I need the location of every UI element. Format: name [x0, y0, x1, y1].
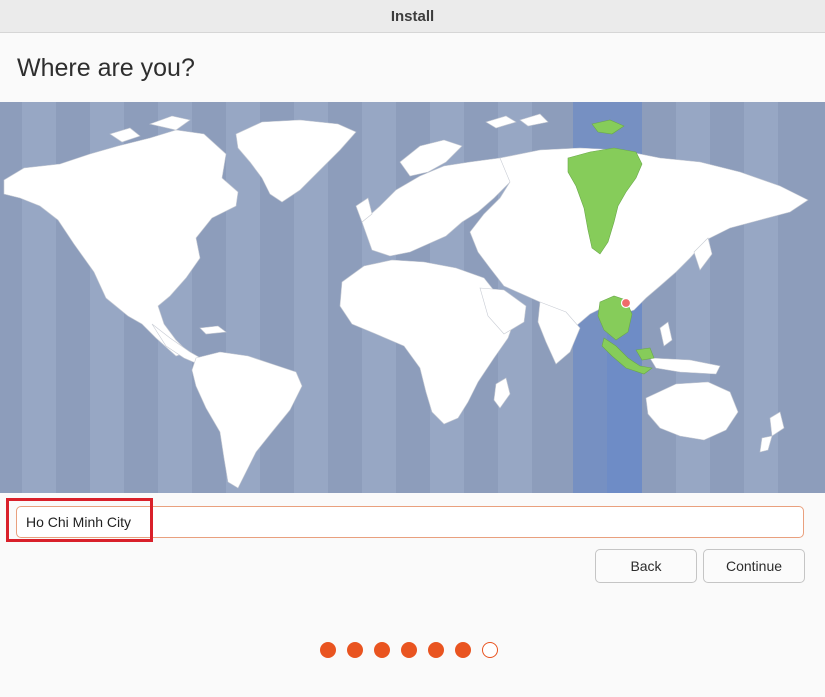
location-field-wrapper [16, 506, 804, 538]
back-button[interactable]: Back [595, 549, 697, 583]
page-header: Where are you? [0, 33, 825, 101]
location-input[interactable] [16, 506, 804, 538]
progress-dot [320, 642, 336, 658]
timezone-map[interactable] [0, 102, 825, 493]
progress-indicator [320, 642, 498, 658]
window-title: Install [390, 7, 435, 25]
location-pin-icon [620, 297, 632, 309]
progress-dot [455, 642, 471, 658]
window-titlebar: Install [0, 0, 825, 33]
progress-dot [401, 642, 417, 658]
page-title: Where are you? [17, 54, 195, 82]
world-map-graphic [3, 102, 809, 493]
continue-button[interactable]: Continue [703, 549, 805, 583]
progress-dot-current [482, 642, 498, 658]
progress-dot [347, 642, 363, 658]
progress-dot [374, 642, 390, 658]
progress-dot [428, 642, 444, 658]
